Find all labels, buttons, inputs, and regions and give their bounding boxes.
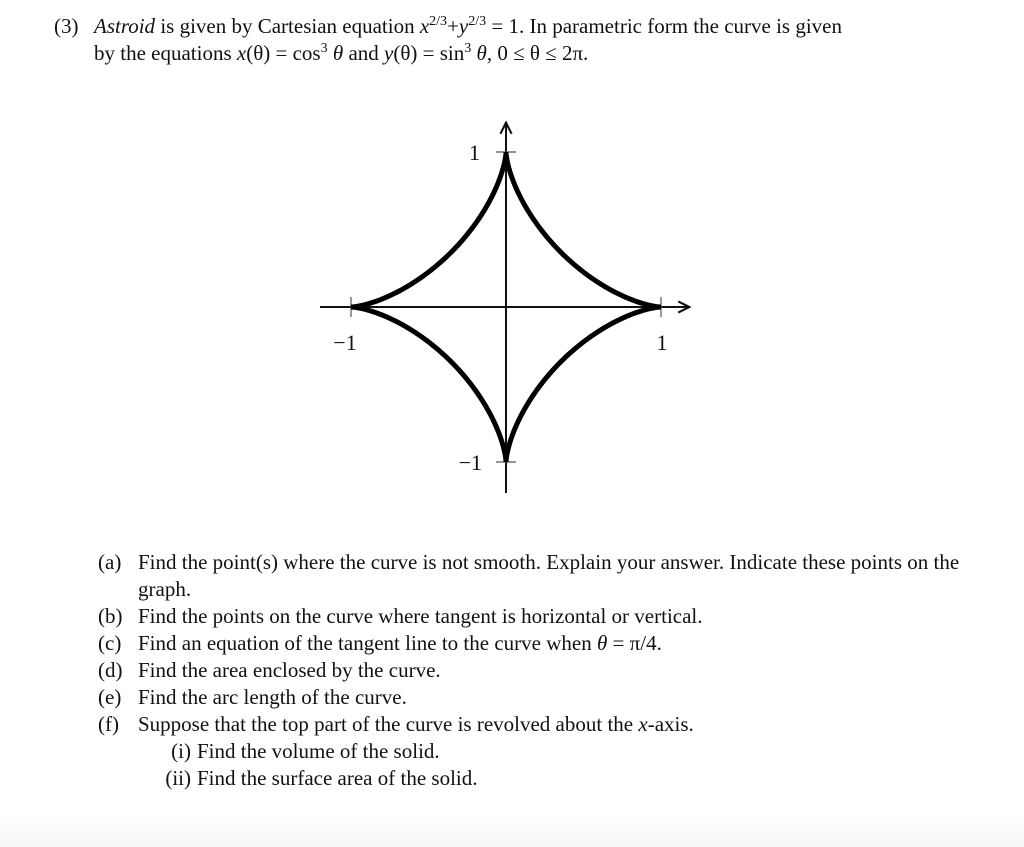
part-text: Find the point(s) where the curve is not… [138, 550, 960, 601]
part-text: Find the arc length of the curve. [138, 685, 407, 709]
problem-line-2: by the equations x(θ) = cos3 θ and y(θ) … [54, 40, 1014, 67]
subpart-ii: (ii) Find the surface area of the solid. [98, 765, 998, 792]
text: Suppose that the top part of the curve i… [138, 712, 639, 736]
part-text: Suppose that the top part of the curve i… [138, 711, 998, 738]
y-tick-label-neg1: −1 [459, 450, 482, 475]
math-y: y [458, 14, 469, 38]
part-a: (a) Find the point(s) where the curve is … [98, 549, 998, 603]
subpart-label: (i) [171, 739, 191, 763]
exponent: 2/3 [468, 14, 487, 29]
part-label: (c) [98, 631, 122, 655]
text: (θ) = cos [246, 41, 321, 65]
subpart-text: Find the volume of the solid. [197, 739, 440, 763]
math-x: x [419, 14, 430, 38]
problem-number: (3) [54, 14, 79, 38]
part-label: (e) [98, 685, 122, 709]
text: , 0 ≤ θ ≤ 2π. [486, 41, 589, 65]
part-label: (b) [98, 604, 123, 628]
part-text: Find the points on the curve where tange… [138, 604, 703, 628]
problem-line-1: (3) Astroid is given by Cartesian equatio… [54, 13, 1014, 40]
part-label: (f) [98, 712, 119, 736]
math-theta: θ [596, 631, 608, 655]
x-tick-label-1: 1 [657, 330, 668, 355]
subpart-text: Find the surface area of the solid. [197, 766, 478, 790]
subpart-label: (ii) [165, 766, 191, 790]
part-text: Find the area enclosed by the curve. [138, 658, 441, 682]
part-d: (d) Find the area enclosed by the curve. [98, 657, 998, 684]
part-text: Find an equation of the tangent line to … [138, 630, 998, 657]
text: Find an equation of the tangent line to … [138, 631, 597, 655]
part-e: (e) Find the arc length of the curve. [98, 684, 998, 711]
part-label: (a) [98, 550, 122, 574]
question-parts: (a) Find the point(s) where the curve is … [98, 549, 998, 792]
exponent: 3 [320, 41, 328, 56]
math-theta: θ [327, 41, 344, 65]
part-f: (f) Suppose that the top part of the curv… [98, 711, 998, 738]
exponent: 2/3 [429, 14, 448, 29]
text: = π/4. [607, 631, 662, 655]
part-label: (d) [98, 658, 123, 682]
text: = 1. In parametric form the curve is giv… [486, 14, 843, 38]
math-theta: θ [471, 41, 487, 65]
part-b: (b) Find the points on the curve where ta… [98, 603, 998, 630]
text: (θ) = sin [393, 41, 465, 65]
part-c: (c) Find an equation of the tangent line … [98, 630, 998, 657]
subpart-i: (i) Find the volume of the solid. [98, 738, 998, 765]
text: -axis. [647, 712, 694, 736]
math-y: y [384, 41, 394, 65]
problem-statement: (3) Astroid is given by Cartesian equatio… [54, 13, 1014, 67]
text: and [343, 41, 385, 65]
plus: + [447, 14, 459, 38]
astroid-plot: −1 1 −1 1 [320, 110, 710, 493]
math-x: x [236, 41, 247, 65]
x-tick-label-neg1: −1 [333, 330, 356, 355]
astroid-graph: −1 1 −1 1 [310, 110, 710, 500]
text: is given by Cartesian equation [155, 14, 420, 38]
text: by the equations [94, 41, 237, 65]
math-x: x [638, 712, 648, 736]
y-tick-label-1: 1 [469, 140, 480, 165]
astroid-term: Astroid [94, 14, 156, 38]
